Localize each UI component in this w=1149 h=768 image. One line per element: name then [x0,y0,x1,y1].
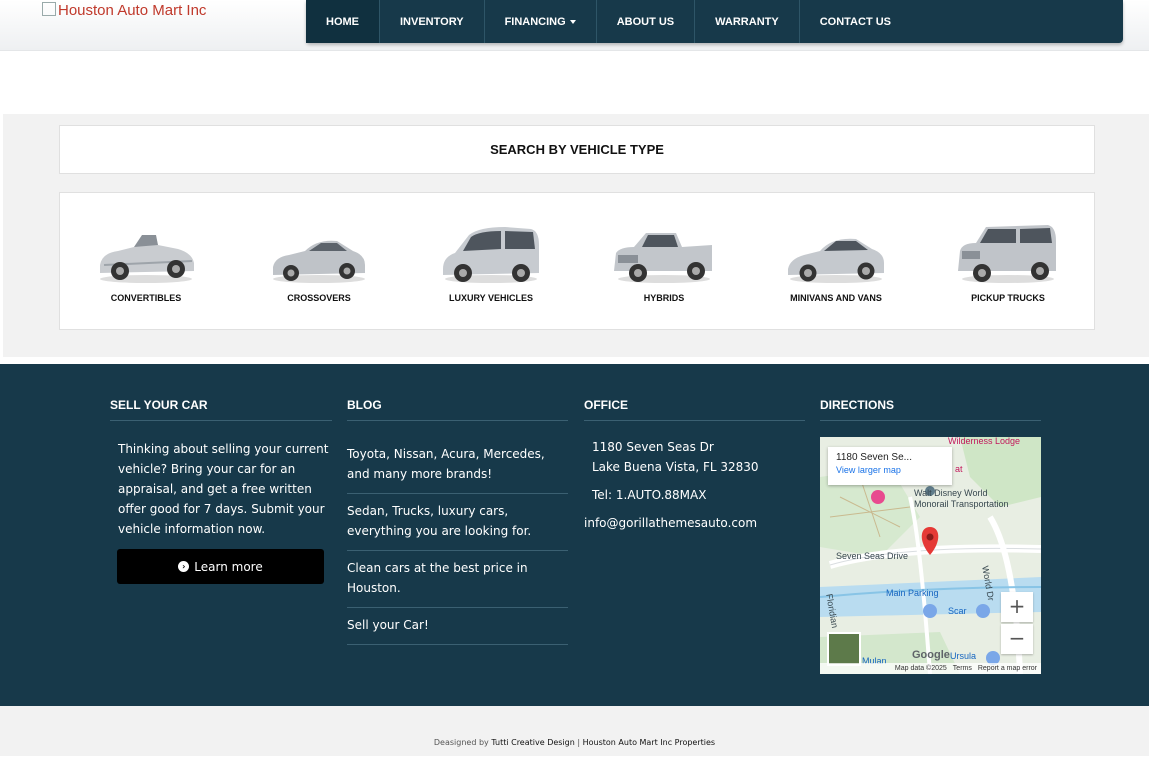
nav-contact-label: CONTACT US [819,15,891,28]
map-terms-link[interactable]: Terms [953,665,972,672]
office-heading: OFFICE [584,398,805,421]
nav-home[interactable]: HOME [306,0,380,43]
vehicle-label: LUXURY VEHICLES [448,293,533,303]
vehicle-type-luxury-vehicles[interactable]: LUXURY VEHICLES [421,221,561,303]
nav-about-us[interactable]: ABOUT US [597,0,696,43]
vehicle-type-crossovers[interactable]: CROSSOVERS [249,221,389,303]
vehicle-type-title-box: SEARCH BY VEHICLE TYPE [59,125,1095,174]
map-label: Monorail Transportation [914,499,1009,509]
sell-text: Thinking about selling your current vehi… [118,442,329,536]
directions-heading: DIRECTIONS [820,398,1041,421]
map-label: Scar [948,606,967,616]
office-address-line2: Lake Buena Vista, FL 32830 [592,460,759,474]
office-phone: Tel: 1.AUTO.88MAX [592,488,707,502]
credit-prefix: Deasigned by [433,737,489,747]
map-data-notice: Map data ©2025 [894,665,947,672]
site-footer: SELL YOUR CAR Thinking about selling you… [0,364,1149,706]
map-label: Seven Seas Drive [836,551,909,561]
main-nav: HOME INVENTORY FINANCING ABOUT US WARRAN… [306,0,1123,43]
caret-down-icon [569,19,576,24]
nav-contact-us[interactable]: CONTACT US [800,0,911,43]
embedded-map[interactable]: 1180 Seven Se... View larger map Wildern… [820,437,1041,674]
learn-more-label: Learn more [194,559,263,574]
nav-financing-label: FINANCING [504,15,566,28]
map-report-link[interactable]: Report a map error [978,665,1037,672]
map-zoom-in-button[interactable]: + [1001,592,1033,622]
nav-warranty-label: WARRANTY [715,15,779,28]
vehicle-label: HYBRIDS [643,293,685,303]
blog-item[interactable]: Sedan, Trucks, luxury cars, everything y… [347,494,568,551]
logo-alt-text: Houston Auto Mart Inc [58,2,207,19]
map-label: Wilderness Lodge [948,437,1021,446]
convertible-car-icon [100,235,194,283]
map-label: at [955,464,963,474]
nav-about-label: ABOUT US [616,15,675,28]
footer-sell-column: SELL YOUR CAR Thinking about selling you… [110,398,332,584]
nav-inventory-label: INVENTORY [400,15,464,28]
blog-heading: BLOG [347,398,568,421]
office-details: 1180 Seven Seas Dr Lake Buena Vista, FL … [584,437,805,533]
nav-warranty[interactable]: WARRANTY [695,0,800,43]
suv-car-icon [958,225,1056,283]
vehicle-type-pickup-trucks[interactable]: PICKUP TRUCKS [938,221,1078,303]
site-header: Houston Auto Mart Inc HOME INVENTORY FIN… [0,0,1149,51]
nav-home-label: HOME [326,15,359,28]
footer-blog-column: BLOG Toyota, Nissan, Acura, Mercedes, an… [347,398,568,645]
broken-image-icon [42,1,56,16]
company-link[interactable]: Houston Auto Mart Inc Properties [583,738,715,747]
map-zoom-out-button[interactable]: − [1001,624,1033,654]
vehicle-label: CROSSOVERS [287,293,351,303]
minivan-car-icon [443,227,539,283]
map-info-card: 1180 Seven Se... View larger map [828,447,952,485]
footer-office-column: OFFICE 1180 Seven Seas Dr Lake Buena Vis… [584,398,805,533]
map-attribution-bar: Map data ©2025 Terms Report a map error [820,663,1041,674]
designer-link[interactable]: Tutti Creative Design [491,738,574,747]
blog-item[interactable]: Sell your Car! [347,608,568,645]
view-larger-map-link[interactable]: View larger map [836,465,944,475]
blog-list: Toyota, Nissan, Acura, Mercedes, and man… [347,437,568,645]
site-logo[interactable]: Houston Auto Mart Inc [42,1,207,19]
map-label: Main Parking [886,588,939,598]
map-card-title: 1180 Seven Se... [836,452,912,463]
office-email[interactable]: info@gorillathemesauto.com [584,513,805,533]
vehicle-type-grid: CONVERTIBLES CROSSOVERS LUXURY VEHICLES … [59,192,1095,330]
blog-item[interactable]: Clean cars at the best price in Houston. [347,551,568,608]
map-label: Ursula [950,651,977,661]
vehicle-type-convertibles[interactable]: CONVERTIBLES [76,221,216,303]
vehicle-type-section: SEARCH BY VEHICLE TYPE CONVERTIBLES CROS… [3,114,1149,357]
vehicle-type-hybrids[interactable]: HYBRIDS [594,221,734,303]
map-label: Walt Disney World [914,488,988,498]
pickup-truck-icon [614,233,712,283]
blog-item[interactable]: Toyota, Nissan, Acura, Mercedes, and man… [347,437,568,494]
arrow-circle-icon: › [178,561,190,572]
footer-directions-column: DIRECTIONS 1180 Seven Se... View larger … [820,398,1041,674]
learn-more-button[interactable]: › Learn more [117,549,324,584]
vehicle-label: PICKUP TRUCKS [971,293,1045,303]
office-address-line1: 1180 Seven Seas Dr [592,440,714,454]
nav-inventory[interactable]: INVENTORY [380,0,485,43]
vehicle-type-title: SEARCH BY VEHICLE TYPE [490,142,664,157]
nav-financing[interactable]: FINANCING [485,0,597,43]
vehicle-type-minivans-vans[interactable]: MINIVANS AND VANS [766,221,906,303]
credit-separator: | [577,737,581,747]
sedan-car-icon [788,238,884,283]
sell-heading: SELL YOUR CAR [110,398,332,421]
vehicle-label: CONVERTIBLES [110,293,182,303]
google-logo: Google [912,649,950,661]
copyright-bar: Deasigned by Tutti Creative Design | Hou… [0,706,1149,756]
vehicle-label: MINIVANS AND VANS [790,293,882,303]
crossover-car-icon [273,240,365,283]
